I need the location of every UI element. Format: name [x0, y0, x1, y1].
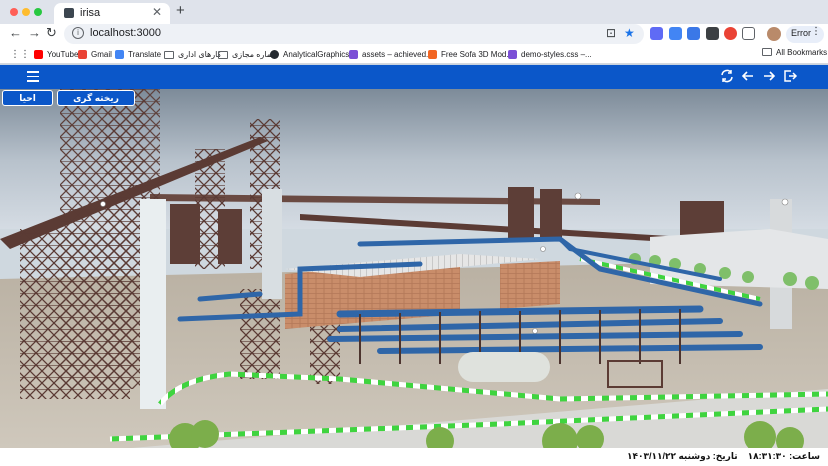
bookmark-translate[interactable]: Translate: [115, 48, 161, 61]
folder-icon: [164, 50, 174, 59]
extension-icon-4[interactable]: [706, 27, 719, 40]
profile-avatar[interactable]: [767, 27, 781, 41]
github-icon: [270, 50, 279, 59]
gmail-icon: [78, 50, 87, 59]
bookmark-label: Free Sofa 3D Mod...: [441, 50, 514, 59]
bookmark-demo-styles[interactable]: demo-styles.css –...: [508, 48, 592, 61]
bookmarks-bar: ⋮⋮ YouTube Gmail Translate کارهای اداری …: [0, 45, 828, 64]
browser-tab-strip: irisa ✕ +: [0, 0, 828, 24]
youtube-icon: [34, 50, 43, 59]
extensions-puzzle-icon[interactable]: [742, 27, 755, 40]
install-app-icon[interactable]: ⊡: [606, 26, 616, 40]
refresh-icon[interactable]: [719, 68, 735, 84]
profile-error-button[interactable]: Error ⋮: [786, 26, 824, 43]
bookmark-label: YouTube: [47, 50, 79, 59]
status-bar: ساعت: ۱۸:۳۱:۳۰ تاریخ: دوشنبه ۱۴۰۳/۱۱/۲۲: [0, 448, 828, 466]
bookmark-label: Gmail: [91, 50, 112, 59]
translate-extension-icon[interactable]: [669, 27, 682, 40]
casting-button[interactable]: ریخته گری: [57, 90, 135, 106]
bookmark-label: assets – achieved...: [362, 50, 433, 59]
more-menu-icon[interactable]: ⋮: [811, 26, 821, 37]
bookmark-label: AnalyticalGraphics...: [283, 50, 356, 59]
bookmark-label: کارهای اداری: [178, 50, 222, 59]
site-info-icon[interactable]: i: [72, 27, 84, 39]
extension-icon-1[interactable]: [650, 27, 663, 40]
reload-icon[interactable]: ↻: [46, 25, 57, 41]
apps-grid-icon[interactable]: ⋮⋮: [10, 49, 30, 60]
assets-icon: [349, 50, 358, 59]
bookmark-assets[interactable]: assets – achieved...: [349, 48, 433, 61]
forward-arrow-icon[interactable]: →: [28, 25, 41, 40]
tab-title: irisa: [80, 7, 101, 19]
all-bookmarks-label: All Bookmarks: [776, 48, 828, 57]
arrow-left-icon[interactable]: [740, 68, 756, 84]
datetime-readout: ساعت: ۱۸:۳۱:۳۰ تاریخ: دوشنبه ۱۴۰۳/۱۱/۲۲: [627, 451, 820, 462]
code-file-icon: [508, 50, 517, 59]
address-bar[interactable]: i localhost:3000 ⊡ ★: [64, 24, 644, 44]
clock-time: ساعت: ۱۸:۳۱:۳۰: [747, 451, 820, 461]
bookmark-label: Translate: [128, 50, 162, 59]
bookmark-star-icon[interactable]: ★: [624, 26, 635, 40]
new-tab-button[interactable]: +: [176, 2, 185, 19]
calendar-date: تاریخ: دوشنبه ۱۴۰۳/۱۱/۲۲: [626, 451, 738, 461]
close-window-button[interactable]: [10, 8, 18, 16]
plant-3d-viewport[interactable]: [0, 89, 828, 448]
profile-error-label: Error: [791, 28, 811, 38]
bookmark-label: demo-styles.css –...: [521, 50, 592, 59]
folder-icon: [762, 48, 772, 56]
revival-button[interactable]: احیا: [2, 90, 53, 106]
tab-favicon-icon: [64, 8, 74, 18]
menu-hamburger-icon[interactable]: [27, 71, 39, 82]
sofa-site-icon: [428, 50, 437, 59]
translate-icon: [115, 50, 124, 59]
browser-toolbar: ← → ↻ i localhost:3000 ⊡ ★ Error ⋮: [0, 24, 828, 45]
translate-extension-icon-2[interactable]: [687, 27, 700, 40]
tab-close-icon[interactable]: ✕: [152, 5, 162, 19]
back-arrow-icon[interactable]: ←: [9, 25, 22, 40]
bookmark-analytical-graphics[interactable]: AnalyticalGraphics...: [270, 48, 356, 61]
chrome-extension-icon[interactable]: [724, 27, 737, 40]
arrow-right-icon[interactable]: [761, 68, 777, 84]
all-bookmarks-button[interactable]: All Bookmarks: [762, 48, 827, 57]
url-text[interactable]: localhost:3000: [90, 27, 161, 39]
plant-scene-render[interactable]: [0, 89, 828, 448]
bookmark-gmail[interactable]: Gmail: [78, 48, 112, 61]
minimize-window-button[interactable]: [22, 8, 30, 16]
folder-icon: [218, 50, 228, 59]
bookmark-folder-office[interactable]: کارهای اداری: [164, 48, 221, 61]
bookmark-free-sofa[interactable]: Free Sofa 3D Mod...: [428, 48, 513, 61]
maximize-window-button[interactable]: [34, 8, 42, 16]
logout-icon[interactable]: [782, 68, 798, 84]
app-header: [0, 65, 828, 89]
bookmark-youtube[interactable]: YouTube: [34, 48, 78, 61]
browser-tab[interactable]: irisa ✕: [54, 3, 170, 24]
